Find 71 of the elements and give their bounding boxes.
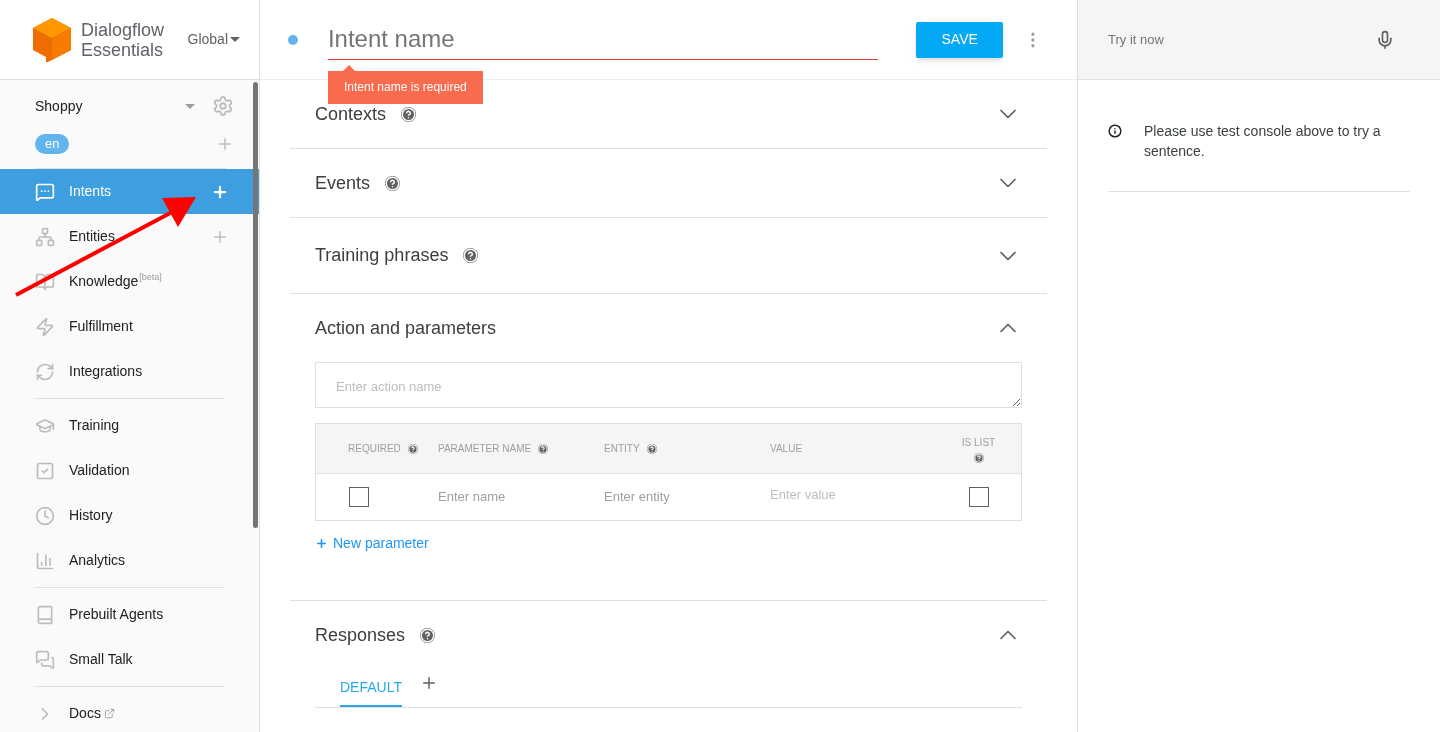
nav-label: Integrations bbox=[69, 362, 143, 381]
help-icon[interactable] bbox=[385, 175, 401, 191]
column-header: IS LIST bbox=[961, 435, 996, 450]
nav-item[interactable]: Training bbox=[0, 403, 259, 448]
parameter-name-field[interactable]: Enter name bbox=[438, 487, 604, 507]
nav-label: Fulfillment bbox=[69, 317, 133, 336]
hierarchy-icon bbox=[35, 226, 55, 247]
help-icon[interactable] bbox=[401, 106, 417, 122]
caret-icon[interactable] bbox=[185, 103, 195, 109]
nav-item[interactable]: Docs bbox=[0, 691, 259, 732]
nav-label: Intents bbox=[69, 182, 112, 201]
microphone-icon[interactable] bbox=[1375, 29, 1395, 50]
book-icon bbox=[35, 604, 55, 625]
nav-item[interactable]: Small Talk bbox=[0, 637, 259, 682]
lightning-icon bbox=[35, 316, 55, 337]
error-tooltip: Intent name is required bbox=[328, 65, 483, 104]
nav-item[interactable]: History bbox=[0, 493, 259, 538]
help-icon[interactable] bbox=[538, 443, 549, 454]
intent-name-field[interactable]: Intent name bbox=[327, 19, 879, 60]
try-it-now-field[interactable]: Try it now bbox=[1108, 29, 1375, 50]
nav-label: History bbox=[69, 506, 113, 525]
column-header: ENTITY bbox=[604, 442, 640, 456]
brand-name: Essentials bbox=[81, 39, 165, 60]
nav-label: Analytics bbox=[69, 551, 126, 570]
section-title[interactable]: Action and parameters bbox=[315, 314, 497, 342]
add-tab-icon[interactable] bbox=[420, 674, 438, 692]
nav-label: Validation bbox=[69, 461, 130, 480]
help-icon[interactable] bbox=[463, 248, 479, 263]
info-icon bbox=[1108, 124, 1122, 138]
clock-icon bbox=[35, 505, 55, 526]
help-icon[interactable] bbox=[973, 452, 984, 463]
nav-item[interactable]: Entities bbox=[0, 214, 259, 259]
section-title[interactable]: Training phrases bbox=[315, 242, 449, 269]
book-icon bbox=[35, 271, 55, 292]
nav-item[interactable]: Prebuilt Agents bbox=[0, 592, 259, 637]
nav-item[interactable]: Fulfillment bbox=[0, 304, 259, 349]
help-icon[interactable] bbox=[407, 443, 418, 454]
refresh-icon bbox=[35, 361, 55, 382]
nav-label: Small Talk bbox=[69, 650, 133, 669]
nav-label: Training bbox=[69, 416, 120, 435]
region-dropdown[interactable]: Global bbox=[187, 29, 240, 50]
bar-chart-icon bbox=[35, 550, 55, 571]
brand-name: Dialogflow bbox=[81, 19, 165, 40]
is-list-checkbox[interactable] bbox=[968, 487, 989, 507]
beta-tag: [beta] bbox=[139, 271, 162, 285]
column-header: REQUIRED bbox=[348, 442, 401, 456]
section-title[interactable]: Responses bbox=[315, 621, 406, 649]
scrollbar[interactable] bbox=[253, 82, 258, 528]
column-header: PARAMETER NAME bbox=[438, 442, 532, 456]
action-name-field[interactable]: Enter action name bbox=[315, 362, 1022, 408]
nav-label: Docs bbox=[69, 704, 101, 723]
cube-logo-icon bbox=[33, 17, 71, 62]
nav-label: Prebuilt Agents bbox=[69, 605, 164, 624]
nav-label: Entities bbox=[69, 227, 115, 246]
entity-field[interactable]: Enter entity bbox=[604, 487, 770, 507]
nav-label: Knowledge bbox=[69, 272, 139, 291]
required-checkbox[interactable] bbox=[349, 487, 369, 507]
section-title[interactable]: Events bbox=[315, 169, 371, 197]
checkbox-icon bbox=[35, 460, 55, 481]
nav-item[interactable]: Validation bbox=[0, 448, 259, 493]
nav-item[interactable]: Analytics bbox=[0, 538, 259, 583]
chat-bubbles-icon bbox=[35, 649, 55, 670]
chat-bubble-icon bbox=[35, 181, 55, 202]
nav-item[interactable]: Integrations bbox=[0, 349, 259, 394]
plus-icon bbox=[315, 537, 328, 550]
help-icon[interactable] bbox=[420, 627, 436, 643]
console-message: Please use test console above to try a sentence. bbox=[1144, 122, 1382, 161]
help-icon[interactable] bbox=[646, 443, 657, 454]
agent-name[interactable]: Shoppy bbox=[35, 95, 83, 117]
column-header: VALUE bbox=[770, 442, 803, 456]
value-field[interactable]: Enter value bbox=[770, 485, 936, 505]
